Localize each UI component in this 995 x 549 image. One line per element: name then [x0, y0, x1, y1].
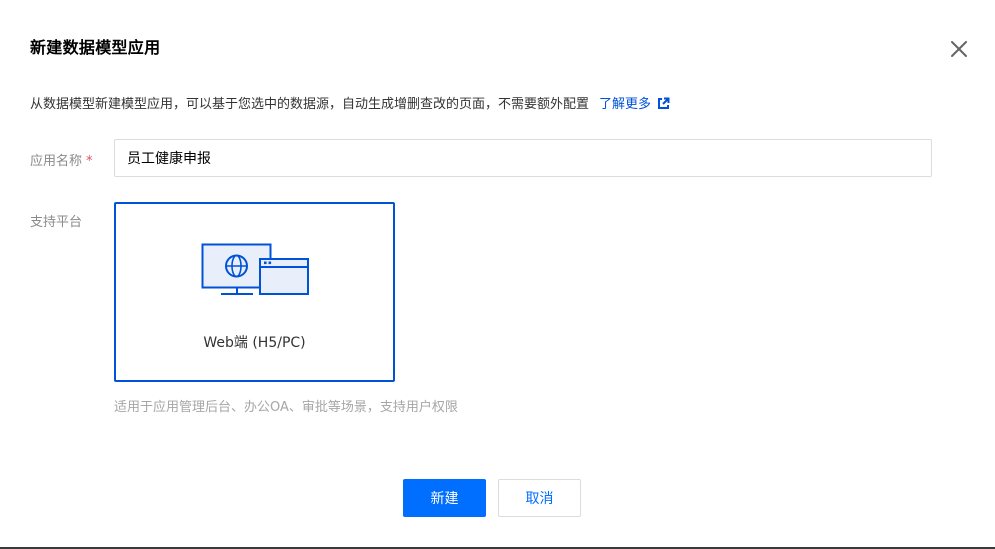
required-mark: * [86, 154, 93, 169]
learn-more-link[interactable]: 了解更多 [599, 97, 670, 112]
cancel-button[interactable]: 取消 [498, 479, 581, 517]
platform-label: 支持平台 [30, 215, 83, 230]
dialog-title: 新建数据模型应用 [30, 38, 161, 57]
create-button[interactable]: 新建 [403, 479, 486, 517]
app-name-label: 应用名称 * [30, 150, 93, 169]
external-link-icon [657, 97, 670, 114]
web-desktop-icon [201, 242, 311, 302]
new-model-app-dialog: 新建数据模型应用 从数据模型新建模型应用，可以基于您选中的数据源，自动生成增删查… [0, 0, 995, 549]
dialog-description: 从数据模型新建模型应用，可以基于您选中的数据源，自动生成增删查改的页面，不需要额… [30, 93, 670, 114]
description-text: 从数据模型新建模型应用，可以基于您选中的数据源，自动生成增删查改的页面，不需要额… [30, 97, 590, 112]
app-name-label-text: 应用名称 [30, 154, 83, 169]
platform-option-web[interactable]: Web端 (H5/PC) [114, 202, 395, 382]
learn-more-label: 了解更多 [599, 97, 652, 112]
platform-option-label: Web端 (H5/PC) [203, 335, 306, 351]
close-icon[interactable] [946, 36, 972, 62]
app-name-input[interactable] [114, 139, 932, 177]
platform-hint: 适用于应用管理后台、办公OA、审批等场景，支持用户权限 [114, 400, 458, 415]
